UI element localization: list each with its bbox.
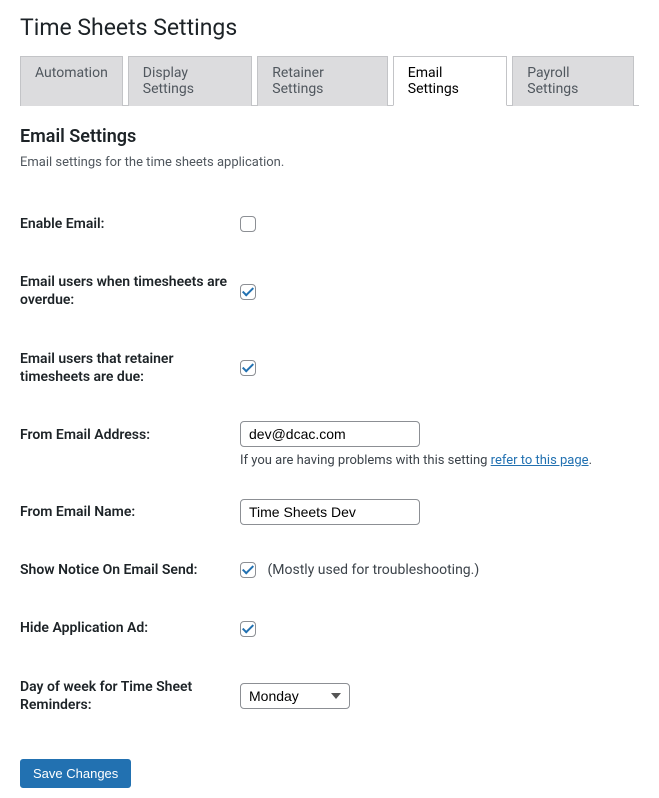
show-notice-label: Show Notice On Email Send:: [20, 541, 240, 599]
hide-ad-checkbox[interactable]: [240, 621, 256, 637]
enable-email-label: Enable Email:: [20, 195, 240, 253]
tab-retainer-settings[interactable]: Retainer Settings: [257, 56, 388, 106]
from-email-help-link[interactable]: refer to this page: [491, 453, 589, 468]
save-changes-button[interactable]: Save Changes: [20, 759, 131, 788]
section-description: Email settings for the time sheets appli…: [20, 155, 639, 170]
from-email-help-suffix: .: [589, 453, 592, 468]
enable-email-checkbox[interactable]: [240, 216, 256, 232]
tab-automation[interactable]: Automation: [20, 56, 123, 106]
email-overdue-checkbox[interactable]: [240, 284, 256, 300]
from-email-help-prefix: If you are having problems with this set…: [240, 453, 491, 468]
from-name-input[interactable]: [240, 499, 420, 525]
tab-email-settings[interactable]: Email Settings: [393, 56, 507, 106]
email-overdue-label: Email users when timesheets are overdue:: [20, 253, 240, 329]
email-retainer-label: Email users that retainer timesheets are…: [20, 330, 240, 406]
tab-payroll-settings[interactable]: Payroll Settings: [512, 56, 634, 106]
from-email-input[interactable]: [240, 421, 420, 447]
from-name-label: From Email Name:: [20, 483, 240, 541]
from-email-label: From Email Address:: [20, 406, 240, 483]
hide-ad-label: Hide Application Ad:: [20, 599, 240, 657]
reminder-day-select[interactable]: Monday: [240, 683, 350, 709]
email-retainer-checkbox[interactable]: [240, 360, 256, 376]
settings-tabs: Automation Display Settings Retainer Set…: [20, 56, 639, 106]
reminder-day-label: Day of week for Time Sheet Reminders:: [20, 658, 240, 734]
page-title: Time Sheets Settings: [20, 14, 639, 41]
show-notice-checkbox[interactable]: [240, 562, 256, 578]
tab-display-settings[interactable]: Display Settings: [128, 56, 252, 106]
from-email-help: If you are having problems with this set…: [240, 453, 629, 468]
section-title: Email Settings: [20, 126, 639, 147]
show-notice-note: (Mostly used for troubleshooting.): [267, 562, 479, 578]
